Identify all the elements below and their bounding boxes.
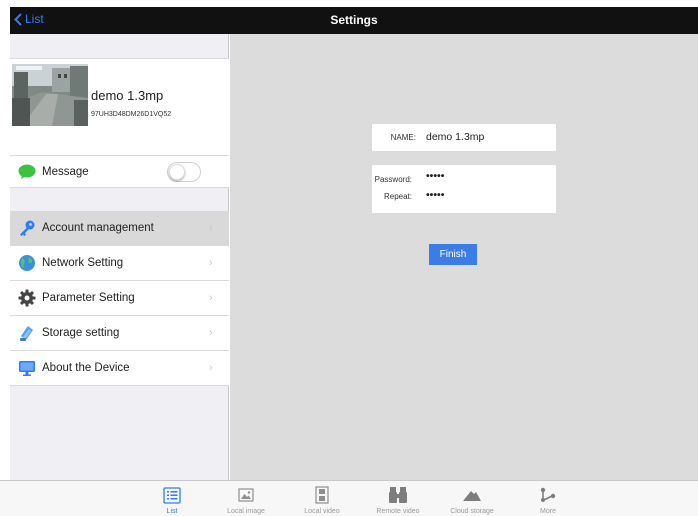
tab-list[interactable]: List [142,485,202,515]
storage-icon [17,323,37,343]
menu-item-label: Network Setting [42,257,124,269]
message-label: Message [42,165,89,178]
menu-item-account-management[interactable]: Account management › [10,211,229,245]
tab-label: Local image [227,508,265,515]
monitor-icon [17,358,37,378]
divider [10,385,229,386]
settings-sidebar: demo 1.3mp 97UH3D48DM26D1VQ52 Message Ac… [10,34,229,480]
account-settings-panel: NAME: demo 1.3mp Password: ••••• Repeat:… [230,34,698,480]
device-name: demo 1.3mp [91,88,164,103]
more-icon [518,485,578,505]
menu-item-label: About the Device [42,362,130,374]
password-input[interactable]: ••••• [426,170,444,182]
name-field: NAME: demo 1.3mp [372,124,556,151]
cloud-icon [442,485,502,505]
tab-cloud-storage[interactable]: Cloud storage [442,485,502,515]
tab-more[interactable]: More [518,485,578,515]
page-title: Settings [330,13,378,27]
tab-label: Remote video [376,508,420,515]
menu-item-label: Parameter Setting [42,292,135,304]
menu-item-about-device[interactable]: About the Device › [10,351,229,385]
repeat-password-input[interactable]: ••••• [426,189,444,201]
tab-label: Cloud storage [450,508,494,515]
gear-icon [17,288,37,308]
tab-remote-video[interactable]: Remote video [368,485,428,515]
name-label: NAME: [390,133,416,142]
menu-item-label: Storage setting [42,327,120,339]
chevron-right-icon: › [209,257,213,269]
device-thumbnail [12,64,88,126]
tab-label: List [166,508,178,515]
name-input[interactable]: demo 1.3mp [426,131,484,143]
finish-button[interactable]: Finish [429,244,477,265]
tab-label: Local video [304,508,340,515]
key-icon [17,218,37,238]
globe-icon [17,253,37,273]
toggle-knob [169,163,185,180]
menu-item-network-setting[interactable]: Network Setting › [10,246,229,280]
tab-local-image[interactable]: Local image [216,485,276,515]
menu-item-storage-setting[interactable]: Storage setting › [10,316,229,350]
device-id: 97UH3D48DM26D1VQ52 [91,111,172,118]
tab-bar: List Local image Local video Remote vide… [0,480,698,516]
chevron-right-icon: › [209,292,213,304]
navigation-bar: List Settings [10,7,698,34]
message-row: Message [10,155,229,188]
list-icon [142,485,202,505]
chevron-right-icon: › [209,327,213,339]
menu-item-label: Account management [42,222,154,234]
repeat-label: Repeat: [383,192,412,201]
password-group: Password: ••••• Repeat: ••••• [372,165,556,213]
message-toggle[interactable] [167,161,201,182]
chevron-right-icon: › [209,222,213,234]
tab-label: More [540,508,556,515]
menu-item-parameter-setting[interactable]: Parameter Setting › [10,281,229,315]
device-card: demo 1.3mp 97UH3D48DM26D1VQ52 [10,58,229,163]
chat-bubble-icon [17,162,37,182]
image-icon [216,485,276,505]
binoculars-icon [368,485,428,505]
tab-local-video[interactable]: Local video [292,485,352,515]
chevron-right-icon: › [209,362,213,374]
password-label: Password: [374,175,412,184]
film-icon [292,485,352,505]
